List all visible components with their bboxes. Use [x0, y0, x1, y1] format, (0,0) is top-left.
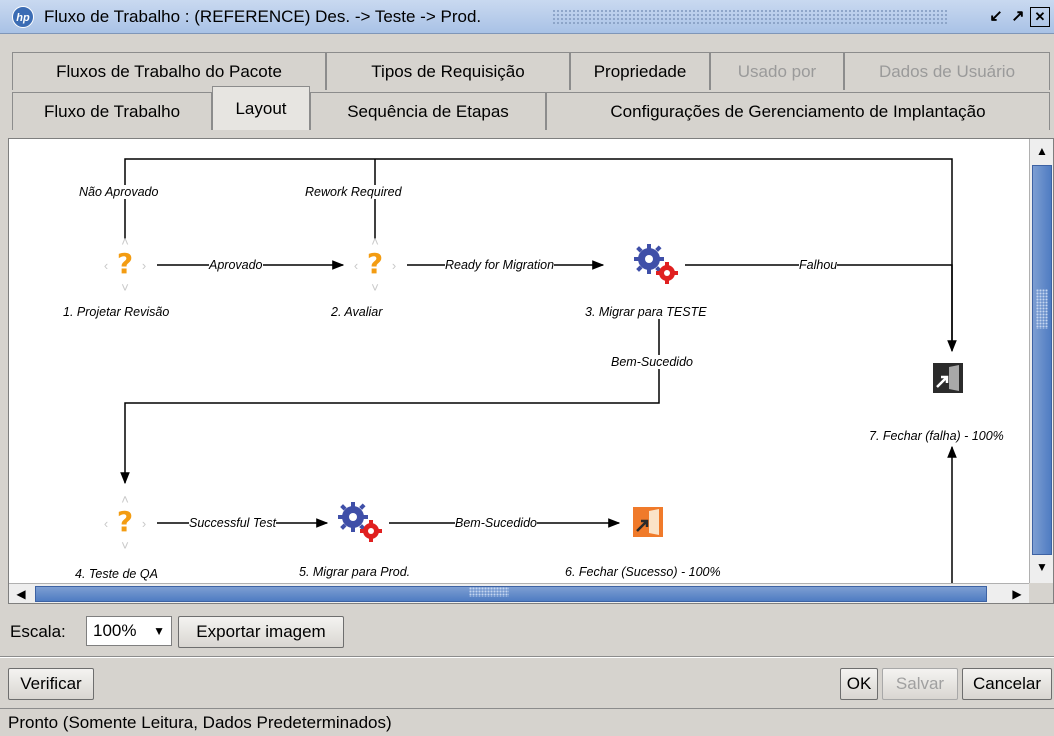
hp-logo-icon: hp — [12, 6, 34, 28]
horizontal-scroll-thumb[interactable] — [35, 586, 987, 602]
scale-select[interactable]: 100% ▼ — [86, 616, 172, 646]
connector-bem-sucedido-1 — [120, 319, 660, 485]
tab-package-workflows[interactable]: Fluxos de Trabalho do Pacote — [12, 52, 326, 90]
ok-button[interactable]: OK — [840, 668, 878, 700]
scale-toolbar: Escala: 100% ▼ Exportar imagem — [0, 612, 1054, 652]
tab-deployment-settings[interactable]: Configurações de Gerenciamento de Implan… — [546, 92, 1050, 130]
scroll-right-icon[interactable]: ▶ — [1007, 584, 1027, 603]
tab-step-sequence[interactable]: Sequência de Etapas — [310, 92, 546, 130]
scroll-down-icon[interactable]: ▼ — [1032, 557, 1052, 577]
window-title: Fluxo de Trabalho : (REFERENCE) Des. -> … — [44, 7, 482, 26]
tab-row-2: Fluxo de Trabalho Layout Sequência de Et… — [0, 86, 1054, 130]
step-4-decision-icon[interactable]: ˄ ‹ ? › ˅ — [95, 493, 155, 553]
chevron-down-icon: ▼ — [153, 624, 165, 638]
step-6-close-success-icon[interactable] — [631, 505, 665, 539]
tab-row-1: Fluxos de Trabalho do Pacote Tipos de Re… — [0, 52, 1054, 90]
vertical-scroll-thumb[interactable] — [1032, 165, 1052, 555]
scroll-left-icon[interactable]: ◀ — [11, 584, 31, 603]
maximize-icon[interactable]: ↗ — [1008, 7, 1028, 27]
step-5-label: 5. Migrar para Prod. — [299, 565, 411, 579]
workflow-canvas-frame: Não Aprovado Rework Required Aprovado Re… — [8, 138, 1054, 604]
step-1-decision-icon[interactable]: ˄ ‹ ? › ˅ — [95, 235, 155, 295]
step-1-label: 1. Projetar Revisão — [63, 305, 170, 319]
horizontal-scroll-grip — [469, 587, 509, 597]
transition-label-rework: Rework Required — [305, 185, 402, 199]
scale-value: 100% — [93, 621, 137, 640]
tab-ownership[interactable]: Propriedade — [570, 52, 710, 90]
restore-icon[interactable]: ↙ — [986, 7, 1006, 27]
scrollbar-corner — [1029, 583, 1053, 603]
verify-button[interactable]: Verificar — [8, 668, 94, 700]
step-7-label: 7. Fechar (falha) - 100% — [869, 429, 1004, 443]
scroll-up-icon[interactable]: ▲ — [1032, 141, 1052, 161]
horizontal-scrollbar[interactable]: ◀ ▶ — [9, 583, 1029, 603]
close-icon[interactable]: ✕ — [1030, 7, 1050, 27]
save-button: Salvar — [882, 668, 958, 700]
transition-label-bem-sucedido-2: Bem-Sucedido — [455, 516, 537, 530]
step-6-label: 6. Fechar (Sucesso) - 100% — [565, 565, 721, 579]
tab-used-by: Usado por — [710, 52, 844, 90]
step-3-gears-icon[interactable] — [631, 243, 679, 285]
transition-label-bem-sucedido-1: Bem-Sucedido — [611, 355, 693, 369]
transition-label-ready: Ready for Migration — [445, 258, 555, 272]
scale-label: Escala: — [10, 622, 66, 641]
tab-layout[interactable]: Layout — [212, 86, 310, 130]
transition-label-aprovado: Aprovado — [209, 258, 263, 272]
tab-user-data: Dados de Usuário — [844, 52, 1050, 90]
step-2-decision-icon[interactable]: ˄ ‹ ? › ˅ — [345, 235, 405, 295]
step-4-label: 4. Teste de QA — [75, 567, 158, 581]
transition-label-successful-test: Successful Test — [189, 516, 277, 530]
cancel-button[interactable]: Cancelar — [962, 668, 1052, 700]
step-3-label: 3. Migrar para TESTE — [585, 305, 707, 319]
title-bar-grip — [552, 9, 948, 25]
transition-label-falhou: Falhou — [799, 258, 838, 272]
tab-workflow[interactable]: Fluxo de Trabalho — [12, 92, 212, 130]
vertical-scrollbar[interactable]: ▲ ▼ — [1029, 139, 1053, 583]
connector-nao-aprovado — [124, 158, 953, 345]
step-5-gears-icon[interactable] — [335, 501, 383, 543]
vertical-scroll-grip — [1036, 289, 1048, 329]
workflow-canvas[interactable]: Não Aprovado Rework Required Aprovado Re… — [9, 139, 1029, 583]
tab-request-types[interactable]: Tipos de Requisição — [326, 52, 570, 90]
step-7-close-failure-icon[interactable] — [931, 361, 965, 395]
title-bar: hp Fluxo de Trabalho : (REFERENCE) Des. … — [0, 0, 1054, 34]
transition-label-nao-aprovado: Não Aprovado — [79, 185, 159, 199]
export-image-button[interactable]: Exportar imagem — [178, 616, 344, 648]
connector-falhou — [685, 264, 957, 353]
separator — [0, 656, 1054, 658]
step-2-label: 2. Avaliar — [331, 305, 383, 319]
status-bar: Pronto (Somente Leitura, Dados Predeterm… — [0, 708, 1054, 736]
